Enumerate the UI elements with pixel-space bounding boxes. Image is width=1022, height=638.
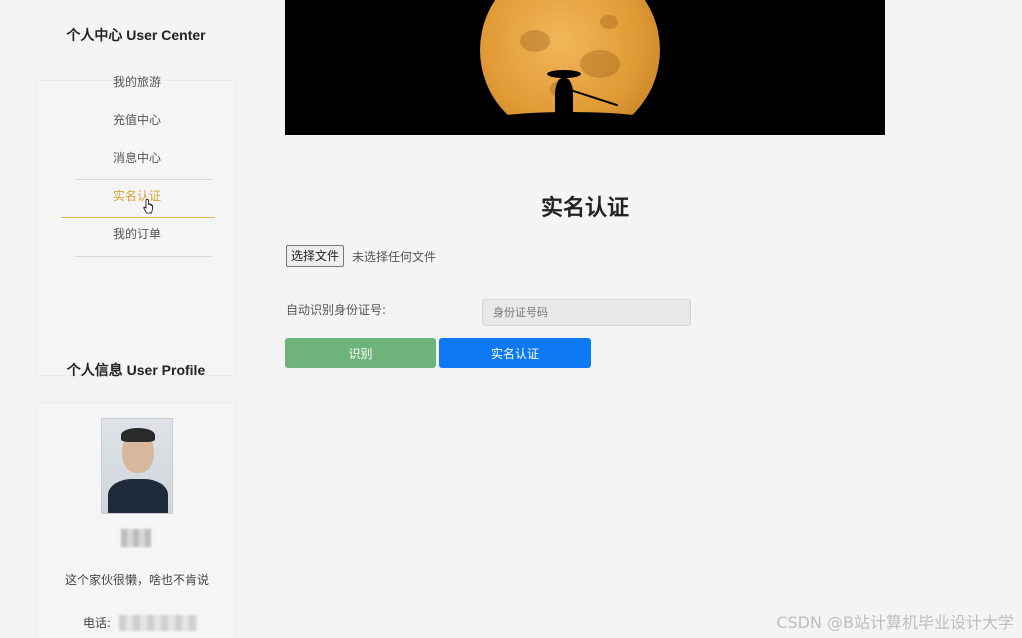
profile-bio: 这个家伙很懒，啥也不肯说	[64, 573, 209, 587]
banner-image	[285, 0, 885, 135]
menu-divider	[75, 256, 211, 257]
id-number-label: 自动识别身份证号:	[286, 303, 387, 317]
id-number-input[interactable]	[482, 299, 691, 326]
sidebar-item-real-name-auth[interactable]: 实名认证	[37, 188, 237, 204]
sidebar-item-recharge[interactable]: 充值中心	[37, 112, 237, 128]
redacted-username	[121, 529, 151, 547]
user-center-title: 个人中心 User Center	[66, 27, 206, 43]
sidebar-item-my-orders[interactable]: 我的订单	[37, 226, 237, 242]
user-profile-title: 个人信息 User Profile	[66, 362, 206, 378]
watermark: CSDN @B站计算机毕业设计大学	[776, 613, 1014, 632]
menu-divider	[75, 179, 211, 180]
profile-phone-label: 电话:	[83, 616, 112, 630]
file-status: 未选择任何文件	[352, 250, 437, 264]
menu-divider-active	[61, 217, 215, 218]
profile-panel: 这个家伙很懒，啥也不肯说 电话:	[36, 402, 236, 638]
choose-file-button[interactable]: 选择文件	[286, 245, 345, 267]
sidebar-item-messages[interactable]: 消息中心	[37, 150, 237, 166]
sidebar-menu-panel: 我的旅游 充值中心 消息中心 实名认证 我的订单	[36, 75, 237, 376]
hand-cursor-icon	[143, 199, 153, 214]
identify-button[interactable]: 识别	[285, 338, 436, 368]
page-title: 实名认证	[540, 195, 629, 220]
redacted-phone	[119, 615, 197, 631]
avatar	[101, 418, 173, 514]
sidebar-item-my-travel[interactable]: 我的旅游	[37, 74, 237, 90]
verify-button[interactable]: 实名认证	[439, 338, 591, 368]
